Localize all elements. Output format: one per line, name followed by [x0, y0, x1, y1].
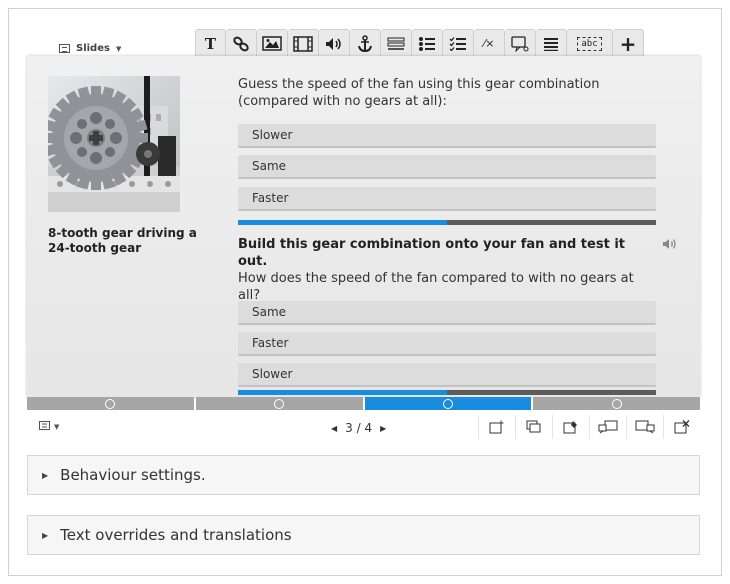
q2-progress-bar	[238, 390, 656, 395]
gear-photo[interactable]	[48, 76, 180, 212]
chevron-down-icon: ▼	[54, 422, 60, 431]
keywords-toggle[interactable]: ▼	[39, 421, 59, 432]
text-overrides-label: Text overrides and translations	[60, 526, 292, 544]
q1-progress-bar	[238, 220, 656, 225]
clone-slide-icon[interactable]	[515, 415, 552, 439]
q2-option-slower[interactable]: Slower	[238, 363, 656, 387]
next-slide-icon[interactable]: ▶	[380, 424, 386, 433]
slides-label: Slides	[76, 43, 110, 54]
q2-option-faster[interactable]: Faster	[238, 332, 656, 356]
drag-text-glyph: abc	[577, 36, 602, 51]
move-slide-right-icon[interactable]	[626, 415, 663, 439]
slide-nav-3[interactable]	[364, 397, 532, 410]
behaviour-settings-panel[interactable]: ▶ Behaviour settings.	[27, 455, 700, 495]
multiple-choice-tool-icon[interactable]	[412, 29, 443, 57]
pager-text: 3 / 4	[345, 421, 373, 435]
audio-tool-icon[interactable]	[319, 29, 350, 57]
chevron-down-icon: ▼	[115, 44, 122, 53]
question-1-text: Guess the speed of the fan using this ge…	[238, 77, 600, 109]
previous-slide-icon[interactable]: ◀	[331, 424, 337, 433]
plus-icon[interactable]: +	[613, 29, 644, 57]
slide-actions	[478, 415, 700, 439]
slides-toggle[interactable]: Slides ▼	[59, 43, 121, 54]
video-tool-icon[interactable]	[288, 29, 319, 57]
circle-icon	[274, 398, 285, 409]
slide-controls: ▼ ◀ 3 / 4 ▶	[27, 412, 700, 442]
slides-icon	[59, 44, 70, 53]
question-2-text: How does the speed of the fan compared t…	[238, 271, 634, 303]
behaviour-settings-label: Behaviour settings.	[60, 466, 206, 484]
move-slide-left-icon[interactable]	[589, 415, 626, 439]
image-caption: 8-tooth gear driving a 24-tooth gear	[48, 226, 197, 255]
text-tool-glyph: T	[204, 34, 217, 53]
image-tool-icon[interactable]	[257, 29, 288, 57]
list-tool-icon[interactable]	[536, 29, 567, 57]
q1-progress-fill	[238, 220, 447, 225]
expand-triangle-icon: ▶	[42, 530, 49, 540]
q1-option-faster[interactable]: Faster	[238, 187, 656, 211]
speaker-icon[interactable]	[662, 238, 678, 255]
circle-icon	[611, 398, 622, 409]
text-tool-icon[interactable]: T	[195, 29, 226, 57]
q1-option-slower[interactable]: Slower	[238, 124, 656, 148]
expand-triangle-icon: ▶	[42, 470, 49, 480]
content-toolbar: T ⁄× abc +	[195, 29, 644, 57]
true-false-glyph: ⁄×	[483, 37, 495, 50]
single-choice-set-tool-icon[interactable]	[443, 29, 474, 57]
slide-canvas: 8-tooth gear driving a 24-tooth gear Gue…	[27, 56, 700, 397]
slides-list-icon	[39, 421, 50, 432]
pager: ◀ 3 / 4 ▶	[331, 421, 386, 435]
text-overrides-panel[interactable]: ▶ Text overrides and translations	[27, 515, 700, 555]
link-tool-icon[interactable]	[226, 29, 257, 57]
slide-nav-2[interactable]	[195, 397, 363, 410]
delete-slide-icon[interactable]	[663, 415, 700, 439]
true-false-tool-icon[interactable]: ⁄×	[474, 29, 505, 57]
q2-option-same[interactable]: Same	[238, 301, 656, 325]
background-slide-icon[interactable]	[552, 415, 589, 439]
fill-blanks-tool-icon[interactable]	[381, 29, 412, 57]
slide-nav-4[interactable]	[533, 397, 700, 410]
dialog-cards-tool-icon[interactable]	[505, 29, 536, 57]
q2-progress-fill	[238, 390, 447, 395]
slide-nav-1[interactable]	[27, 397, 194, 410]
circle-icon	[442, 398, 453, 409]
question-2-block: Build this gear combination onto your fa…	[238, 236, 676, 304]
slide-navigation-strip	[27, 397, 700, 410]
circle-icon	[105, 398, 116, 409]
more-tools-glyph: +	[619, 31, 637, 56]
drag-text-tool-icon[interactable]: abc	[567, 29, 613, 57]
add-slide-icon[interactable]	[478, 415, 515, 439]
q1-option-same[interactable]: Same	[238, 155, 656, 179]
question-2-heading: Build this gear combination onto your fa…	[238, 237, 625, 269]
anchor-tool-icon[interactable]	[350, 29, 381, 57]
